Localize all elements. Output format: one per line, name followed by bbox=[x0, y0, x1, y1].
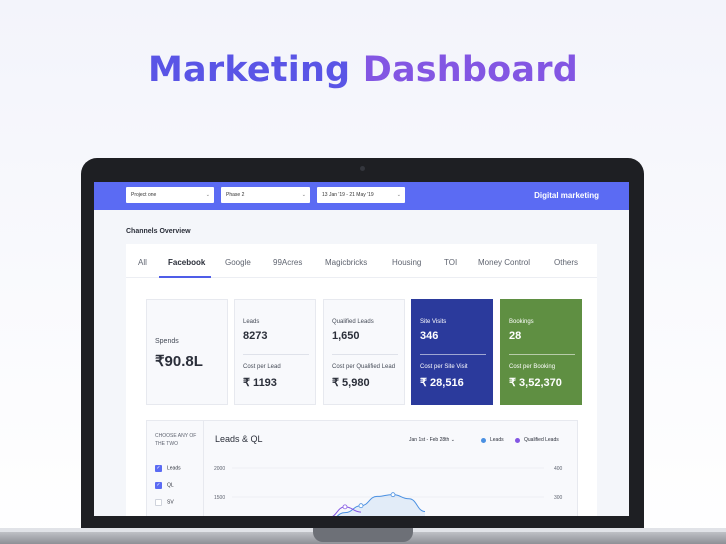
tab-housing[interactable]: Housing bbox=[392, 258, 421, 267]
site-visits-label: Site Visits bbox=[420, 319, 447, 325]
divider bbox=[243, 354, 309, 355]
tab-money-control[interactable]: Money Control bbox=[478, 258, 530, 267]
leads-ql-chart-panel: CHOOSE ANY OF THE TWO ✓ Leads ✓ QL SV Lead… bbox=[146, 420, 578, 516]
option-sv[interactable]: SV bbox=[155, 499, 174, 506]
series-selector: CHOOSE ANY OF THE TWO ✓ Leads ✓ QL SV bbox=[147, 421, 204, 516]
page-title: Marketing Dashboard bbox=[0, 50, 726, 90]
topbar-title: Digital marketing bbox=[534, 191, 599, 200]
option-label: QL bbox=[167, 482, 174, 489]
phase-select[interactable]: Phase 2 ⌄ bbox=[221, 187, 310, 203]
cost-per-visit-label: Cost per Site Visit bbox=[420, 364, 468, 370]
tab-google[interactable]: Google bbox=[225, 258, 251, 267]
chevron-down-icon: ⌄ bbox=[396, 192, 401, 198]
bookings-value: 28 bbox=[509, 330, 522, 342]
option-ql[interactable]: ✓ QL bbox=[155, 482, 174, 489]
qualified-leads-label: Qualified Leads bbox=[332, 319, 374, 325]
divider bbox=[509, 354, 575, 355]
tab-99acres[interactable]: 99Acres bbox=[273, 258, 302, 267]
section-title: Channels Overview bbox=[126, 228, 191, 235]
site-visits-value: 346 bbox=[420, 330, 439, 342]
project-select[interactable]: Project one ⌄ bbox=[126, 187, 214, 203]
date-select-value: 13 Jan '19 - 21 May '19 bbox=[322, 192, 374, 198]
cost-per-booking-label: Cost per Booking bbox=[509, 364, 556, 370]
site-visits-tile: Site Visits 346 Cost per Site Visit ₹ 28… bbox=[411, 299, 493, 405]
checkbox-checked-icon[interactable]: ✓ bbox=[155, 465, 162, 472]
chevron-down-icon: ⌄ bbox=[301, 192, 306, 198]
bookings-label: Bookings bbox=[509, 319, 534, 325]
y-tick-label-right: 400 bbox=[554, 466, 563, 472]
option-label: Leads bbox=[167, 465, 181, 472]
leads-value: 8273 bbox=[243, 330, 268, 342]
option-leads[interactable]: ✓ Leads bbox=[155, 465, 181, 472]
leads-tile: Leads 8273 Cost per Lead ₹ 1193 bbox=[234, 299, 316, 405]
divider bbox=[420, 354, 486, 355]
bookings-tile: Bookings 28 Cost per Booking ₹ 3,52,370 bbox=[500, 299, 582, 405]
qualified-leads-tile: Qualified Leads 1,650 Cost per Qualified… bbox=[323, 299, 405, 405]
title-word-dashboard: Dashboard bbox=[362, 50, 578, 90]
laptop-notch bbox=[313, 528, 413, 542]
checkbox-checked-icon[interactable]: ✓ bbox=[155, 482, 162, 489]
project-select-value: Project one bbox=[131, 192, 157, 198]
tab-all[interactable]: All bbox=[138, 258, 147, 267]
option-label: SV bbox=[167, 499, 174, 506]
channels-card: All Facebook Google 99Acres Magicbricks … bbox=[126, 244, 597, 516]
laptop-screen: Project one ⌄ Phase 2 ⌄ 13 Jan '19 - 21 … bbox=[94, 182, 629, 516]
tab-facebook[interactable]: Facebook bbox=[168, 258, 205, 267]
tab-magicbricks[interactable]: Magicbricks bbox=[325, 258, 367, 267]
qualified-leads-value: 1,650 bbox=[332, 330, 360, 342]
cost-per-visit-value: ₹ 28,516 bbox=[420, 377, 464, 389]
data-point[interactable] bbox=[390, 492, 396, 498]
camera-icon bbox=[360, 166, 365, 171]
title-word-marketing: Marketing bbox=[148, 50, 351, 90]
cost-per-lead-label: Cost per Lead bbox=[243, 364, 281, 370]
data-point[interactable] bbox=[342, 504, 348, 510]
y-tick-label-right: 300 bbox=[554, 495, 563, 501]
top-bar: Project one ⌄ Phase 2 ⌄ 13 Jan '19 - 21 … bbox=[94, 182, 629, 210]
y-tick-label-left: 2000 bbox=[214, 466, 225, 472]
choose-label: CHOOSE ANY OF THE TWO bbox=[155, 433, 197, 447]
active-tab-indicator bbox=[159, 276, 211, 278]
cost-per-lead-value: ₹ 1193 bbox=[243, 377, 277, 389]
y-tick-label-left: 1500 bbox=[214, 495, 225, 501]
line-chart: 2000 1500 400 300 bbox=[214, 466, 563, 516]
channel-tabs: All Facebook Google 99Acres Magicbricks … bbox=[126, 244, 597, 278]
cost-per-ql-value: ₹ 5,980 bbox=[332, 377, 370, 389]
leads-label: Leads bbox=[243, 319, 260, 325]
checkbox-empty-icon[interactable] bbox=[155, 499, 162, 506]
spends-label: Spends bbox=[155, 338, 179, 345]
data-point[interactable] bbox=[358, 503, 364, 509]
chevron-down-icon: ⌄ bbox=[205, 192, 210, 198]
cost-per-booking-value: ₹ 3,52,370 bbox=[509, 377, 562, 389]
divider bbox=[332, 354, 398, 355]
spends-value: ₹90.8L bbox=[155, 353, 203, 370]
cost-per-ql-label: Cost per Qualified Lead bbox=[332, 364, 396, 370]
tab-others[interactable]: Others bbox=[554, 258, 578, 267]
laptop-frame: Project one ⌄ Phase 2 ⌄ 13 Jan '19 - 21 … bbox=[81, 158, 644, 528]
spends-tile: Spends ₹90.8L bbox=[146, 299, 228, 405]
tab-toi[interactable]: TOI bbox=[444, 258, 457, 267]
phase-select-value: Phase 2 bbox=[226, 192, 245, 198]
date-select[interactable]: 13 Jan '19 - 21 May '19 ⌄ bbox=[317, 187, 405, 203]
